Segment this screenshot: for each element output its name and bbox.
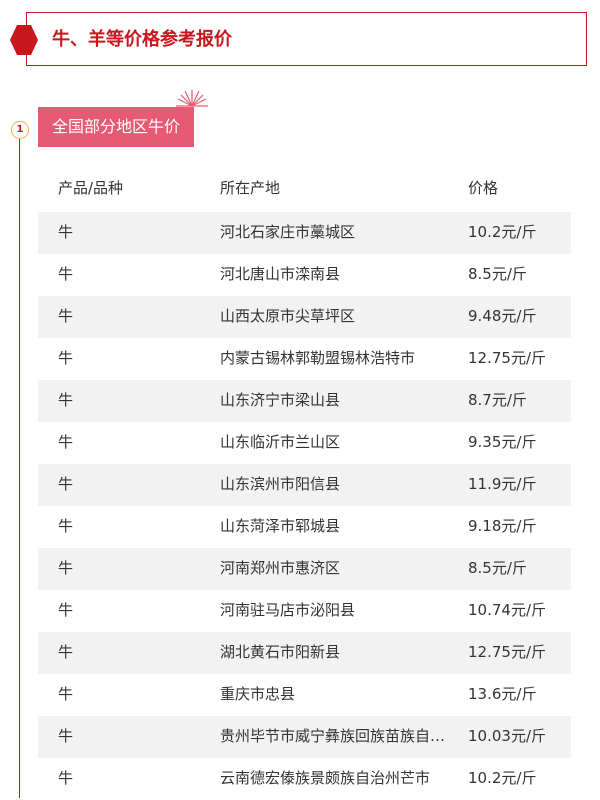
cell-product: 牛 — [58, 391, 74, 409]
column-header-origin: 所在产地 — [220, 179, 281, 197]
cell-product: 牛 — [58, 349, 74, 367]
cell-product: 牛 — [58, 601, 74, 619]
cell-price: 9.18元/斤 — [468, 517, 537, 535]
cell-origin: 重庆市忠县 — [220, 685, 296, 703]
cell-price: 10.2元/斤 — [468, 223, 537, 241]
table-row: 牛 湖北黄石市阳新县 12.75元/斤 — [38, 632, 571, 674]
cell-price: 10.03元/斤 — [468, 727, 546, 745]
cell-product: 牛 — [58, 475, 74, 493]
cell-price: 9.48元/斤 — [468, 307, 537, 325]
cell-origin: 山东菏泽市郓城县 — [220, 517, 341, 535]
cell-product: 牛 — [58, 685, 74, 703]
cell-origin: 山东济宁市梁山县 — [220, 391, 341, 409]
section-label: 全国部分地区牛价 — [38, 107, 195, 147]
cell-product: 牛 — [58, 769, 74, 787]
cell-product: 牛 — [58, 727, 74, 745]
cell-origin: 云南德宏傣族景颇族自治州芒市 — [220, 769, 431, 787]
table-header: 产品/品种 所在产地 价格 — [38, 168, 571, 208]
table-row: 牛 山东临沂市兰山区 9.35元/斤 — [38, 422, 571, 464]
cell-origin: 河南郑州市惠济区 — [220, 559, 341, 577]
cell-price: 13.6元/斤 — [468, 685, 537, 703]
cell-product: 牛 — [58, 559, 74, 577]
cell-origin: 河南驻马店市泌阳县 — [220, 601, 356, 619]
cell-price: 8.5元/斤 — [468, 559, 527, 577]
cell-price: 12.75元/斤 — [468, 643, 546, 661]
cell-origin: 内蒙古锡林郭勒盟锡林浩特市 — [220, 349, 416, 367]
cell-product: 牛 — [58, 517, 74, 535]
table-row: 牛 河北石家庄市藁城区 10.2元/斤 — [38, 212, 571, 254]
table-row: 牛 河北唐山市滦南县 8.5元/斤 — [38, 254, 571, 296]
table-row: 牛 内蒙古锡林郭勒盟锡林浩特市 12.75元/斤 — [38, 338, 571, 380]
cell-origin: 河北唐山市滦南县 — [220, 265, 341, 283]
table-row: 牛 河南驻马店市泌阳县 10.74元/斤 — [38, 590, 571, 632]
table-row: 牛 贵州毕节市威宁彝族回族苗族自… 10.03元/斤 — [38, 716, 571, 758]
column-header-product: 产品/品种 — [58, 179, 124, 197]
price-table: 牛 河北石家庄市藁城区 10.2元/斤 牛 河北唐山市滦南县 8.5元/斤 牛 … — [38, 212, 571, 800]
cell-product: 牛 — [58, 223, 74, 241]
cell-origin: 山东临沂市兰山区 — [220, 433, 341, 451]
column-header-price: 价格 — [468, 179, 499, 197]
cell-product: 牛 — [58, 307, 74, 325]
cell-product: 牛 — [58, 265, 74, 283]
cell-origin: 山西太原市尖草坪区 — [220, 307, 356, 325]
cell-origin: 湖北黄石市阳新县 — [220, 643, 341, 661]
table-row: 牛 河南郑州市惠济区 8.5元/斤 — [38, 548, 571, 590]
table-row: 牛 重庆市忠县 13.6元/斤 — [38, 674, 571, 716]
table-row: 牛 山西太原市尖草坪区 9.48元/斤 — [38, 296, 571, 338]
cell-price: 11.9元/斤 — [468, 475, 537, 493]
cell-product: 牛 — [58, 643, 74, 661]
table-row: 牛 云南德宏傣族景颇族自治州芒市 10.2元/斤 — [38, 758, 571, 800]
cell-origin: 贵州毕节市威宁彝族回族苗族自… — [220, 727, 446, 745]
cell-price: 10.74元/斤 — [468, 601, 546, 619]
cell-origin: 河北石家庄市藁城区 — [220, 223, 356, 241]
cell-product: 牛 — [58, 433, 74, 451]
cell-origin: 山东滨州市阳信县 — [220, 475, 341, 493]
cell-price: 12.75元/斤 — [468, 349, 546, 367]
cell-price: 8.7元/斤 — [468, 391, 527, 409]
step-number-badge: 1 — [11, 121, 29, 139]
table-row: 牛 山东滨州市阳信县 11.9元/斤 — [38, 464, 571, 506]
table-row: 牛 山东济宁市梁山县 8.7元/斤 — [38, 380, 571, 422]
cell-price: 9.35元/斤 — [468, 433, 537, 451]
cell-price: 8.5元/斤 — [468, 265, 527, 283]
table-row: 牛 山东菏泽市郓城县 9.18元/斤 — [38, 506, 571, 548]
cell-price: 10.2元/斤 — [468, 769, 537, 787]
page-title: 牛、羊等价格参考报价 — [52, 29, 232, 50]
timeline-line — [19, 133, 20, 798]
